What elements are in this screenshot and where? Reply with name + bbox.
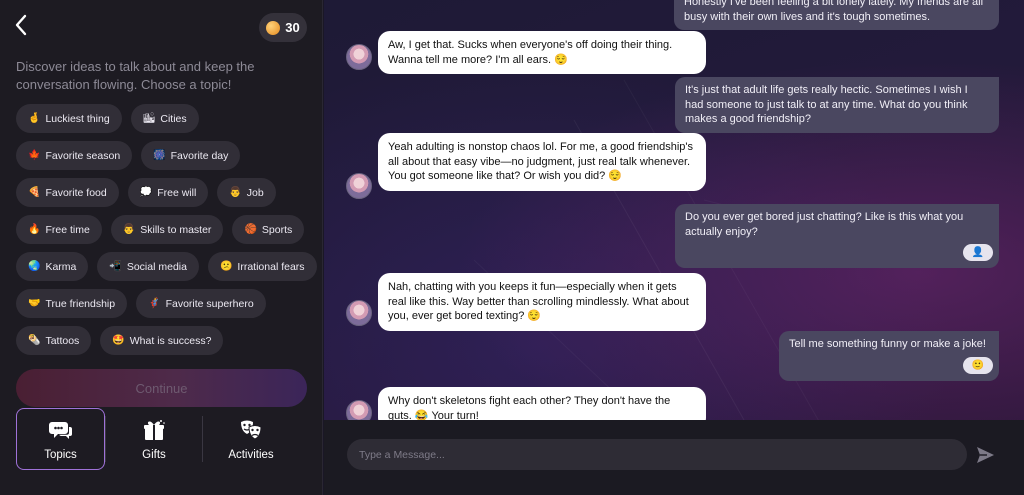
topic-label: Tattoos <box>45 334 80 347</box>
topic-emoji-icon: 🤩 <box>112 335 125 346</box>
topic-chip[interactable]: 🏀 Sports <box>232 215 305 244</box>
topic-label: Favorite season <box>45 149 121 162</box>
topic-chip[interactable]: 🎆 Favorite day <box>141 141 241 170</box>
topic-row: 🤝 True friendship 🦸 Favorite superhero <box>16 289 316 318</box>
topic-row: 🍕 Favorite food 💭 Free will 👨 Job <box>16 178 316 207</box>
topic-chip[interactable]: 🍁 Favorite season <box>16 141 133 170</box>
topic-chip[interactable]: 👨 Skills to master <box>110 215 224 244</box>
avatar <box>346 44 372 70</box>
topic-label: Free will <box>157 186 197 199</box>
back-button[interactable] <box>14 14 38 42</box>
topic-label: Cities <box>160 112 187 125</box>
topic-chip[interactable]: 🌏 Karma <box>16 252 89 281</box>
topic-label: Favorite superhero <box>165 297 254 310</box>
topic-chip[interactable]: 💭 Free will <box>127 178 209 207</box>
message-user: Honestly I've been feeling a bit lonely … <box>674 0 999 30</box>
message-bot: Yeah adulting is nonstop chaos lol. For … <box>378 133 706 191</box>
topic-emoji-icon: 🌯 <box>28 335 41 346</box>
topic-label: Job <box>246 186 264 199</box>
topic-label: Social media <box>126 260 187 273</box>
tab-topics[interactable]: Topics <box>16 408 105 470</box>
topic-row: 🍁 Favorite season 🎆 Favorite day <box>16 141 316 170</box>
topic-chip[interactable]: 👨 Job <box>217 178 276 207</box>
topic-emoji-icon: 💭 <box>139 187 153 198</box>
tab-activities[interactable]: Activities <box>203 408 299 470</box>
message-input-container <box>347 439 967 470</box>
send-icon[interactable] <box>974 444 996 466</box>
topic-emoji-icon: 🍁 <box>28 150 41 161</box>
topic-emoji-icon: 🦸 <box>148 298 161 309</box>
coin-icon <box>266 20 281 35</box>
topics-intro: Discover ideas to talk about and keep th… <box>16 59 255 92</box>
message-text: Tell me something funny or make a joke! <box>789 338 986 350</box>
topics-panel: 30 Discover ideas to talk about and keep… <box>0 0 323 495</box>
chat-bubbles-icon <box>48 422 72 439</box>
topic-row: 🔥 Free time 👨 Skills to master 🏀 Sports <box>16 215 316 244</box>
topic-chip[interactable]: 🤞 Luckiest thing <box>16 104 122 133</box>
topic-list: 🤞 Luckiest thing 🏙 Cities 🍁 Favorite season 🎆 F… <box>16 104 317 363</box>
topic-label: Luckiest thing <box>45 112 110 125</box>
message-bot: Aw, I get that. Sucks when everyone's of… <box>378 31 706 74</box>
reaction-badge[interactable]: 🙂 <box>963 357 993 374</box>
chevron-left-icon <box>15 14 27 36</box>
coin-balance[interactable]: 30 <box>259 13 307 42</box>
topic-chip[interactable]: 🔥 Free time <box>16 215 102 244</box>
tab-topics-label: Topics <box>44 449 77 461</box>
tab-activities-label: Activities <box>228 449 274 461</box>
topic-label: What is success? <box>129 334 212 347</box>
topic-chip[interactable]: 🌯 Tattoos <box>16 326 92 355</box>
topic-emoji-icon: 😕 <box>219 261 233 272</box>
message-input[interactable] <box>359 448 955 461</box>
avatar <box>346 173 372 199</box>
chat-panel: Honestly I've been feeling a bit lonely … <box>324 0 1024 495</box>
topic-label: Karma <box>45 260 77 273</box>
bottom-tabs: Topics Gifts Activities <box>16 408 316 470</box>
topic-emoji-icon: 📲 <box>109 261 122 272</box>
topic-emoji-icon: 👨 <box>229 187 242 198</box>
message-user: Tell me something funny or make a joke! <box>779 331 999 381</box>
topic-label: Favorite day <box>170 149 229 162</box>
topic-chip[interactable]: 🏙 Cities <box>130 104 199 133</box>
topic-label: Irrational fears <box>237 260 305 273</box>
tab-gifts-label: Gifts <box>142 449 166 461</box>
topic-emoji-icon: 🌏 <box>28 261 41 272</box>
gift-icon <box>144 420 165 440</box>
reaction-badge[interactable]: 👤 <box>963 244 993 261</box>
message-user: It's just that adult life gets really he… <box>675 77 999 133</box>
topic-label: Free time <box>45 223 90 236</box>
topic-emoji-icon: 🤝 <box>28 298 41 309</box>
topic-emoji-icon: 🍕 <box>28 187 41 198</box>
topic-chip[interactable]: 😕 Irrational fears <box>207 252 317 281</box>
topic-emoji-icon: 🏙 <box>142 113 156 124</box>
topic-chip[interactable]: 🍕 Favorite food <box>16 178 119 207</box>
topic-chip[interactable]: 🤝 True friendship <box>16 289 128 318</box>
topic-row: 🤞 Luckiest thing 🏙 Cities <box>16 104 316 133</box>
topic-emoji-icon: 🏀 <box>244 224 257 235</box>
tab-gifts[interactable]: Gifts <box>106 408 202 470</box>
topic-label: True friendship <box>45 297 116 310</box>
continue-button[interactable]: Continue <box>16 369 307 407</box>
topic-row: 🌯 Tattoos 🤩 What is success? <box>16 326 316 355</box>
coin-count: 30 <box>285 20 300 35</box>
topic-chip[interactable]: 📲 Social media <box>97 252 199 281</box>
message-text: Do you ever get bored just chatting? Lik… <box>685 211 964 238</box>
theater-masks-icon <box>241 420 262 440</box>
topic-label: Sports <box>261 223 293 236</box>
topic-label: Favorite food <box>45 186 107 199</box>
avatar <box>346 300 372 326</box>
topic-chip[interactable]: 🦸 Favorite superhero <box>136 289 266 318</box>
topic-chip[interactable]: 🤩 What is success? <box>100 326 224 355</box>
topic-emoji-icon: 🔥 <box>28 224 41 235</box>
topic-emoji-icon: 👨 <box>122 224 136 235</box>
topic-emoji-icon: 🤞 <box>28 113 41 124</box>
message-bot: Nah, chatting with you keeps it fun—espe… <box>378 273 706 331</box>
topic-label: Skills to master <box>140 223 212 236</box>
topic-emoji-icon: 🎆 <box>153 150 166 161</box>
message-user: Do you ever get bored just chatting? Lik… <box>675 204 999 268</box>
topic-row: 🌏 Karma 📲 Social media 😕 Irrational fears <box>16 252 317 281</box>
